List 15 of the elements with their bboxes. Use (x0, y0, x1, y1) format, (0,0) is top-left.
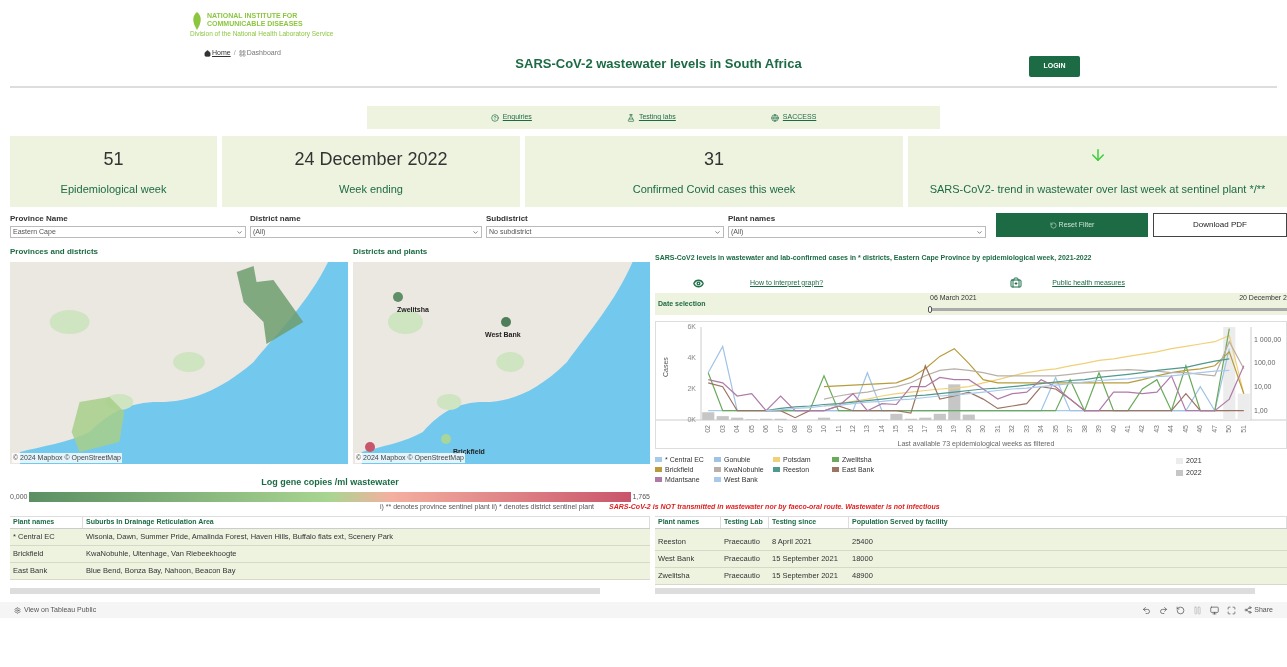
filter-label: Province Name (10, 213, 69, 224)
map-title: Districts and plants (353, 246, 429, 258)
kpi-label: SARS-CoV2- trend in wastewater over last week at sentinel plant */** (929, 181, 1266, 197)
kpi-label: Epidemiological week (60, 181, 167, 197)
legend-title: Log gene copies /ml wastewater (260, 476, 400, 489)
filter-label: District name (250, 213, 302, 224)
kpi-label: Week ending (339, 181, 403, 197)
filter-label: Subdistrict (486, 213, 529, 224)
page-title: SARS-CoV-2 wastewater levels in South Africa (515, 54, 802, 73)
kpi-value: 51 (103, 148, 124, 171)
map-title: Provinces and districts (10, 246, 100, 258)
filter-label: Plant names (728, 213, 777, 224)
kpi-value: 31 (704, 148, 724, 171)
kpi-label: Confirmed Covid cases this week (632, 181, 796, 197)
kpi-value: 24 December 2022 (294, 148, 448, 171)
